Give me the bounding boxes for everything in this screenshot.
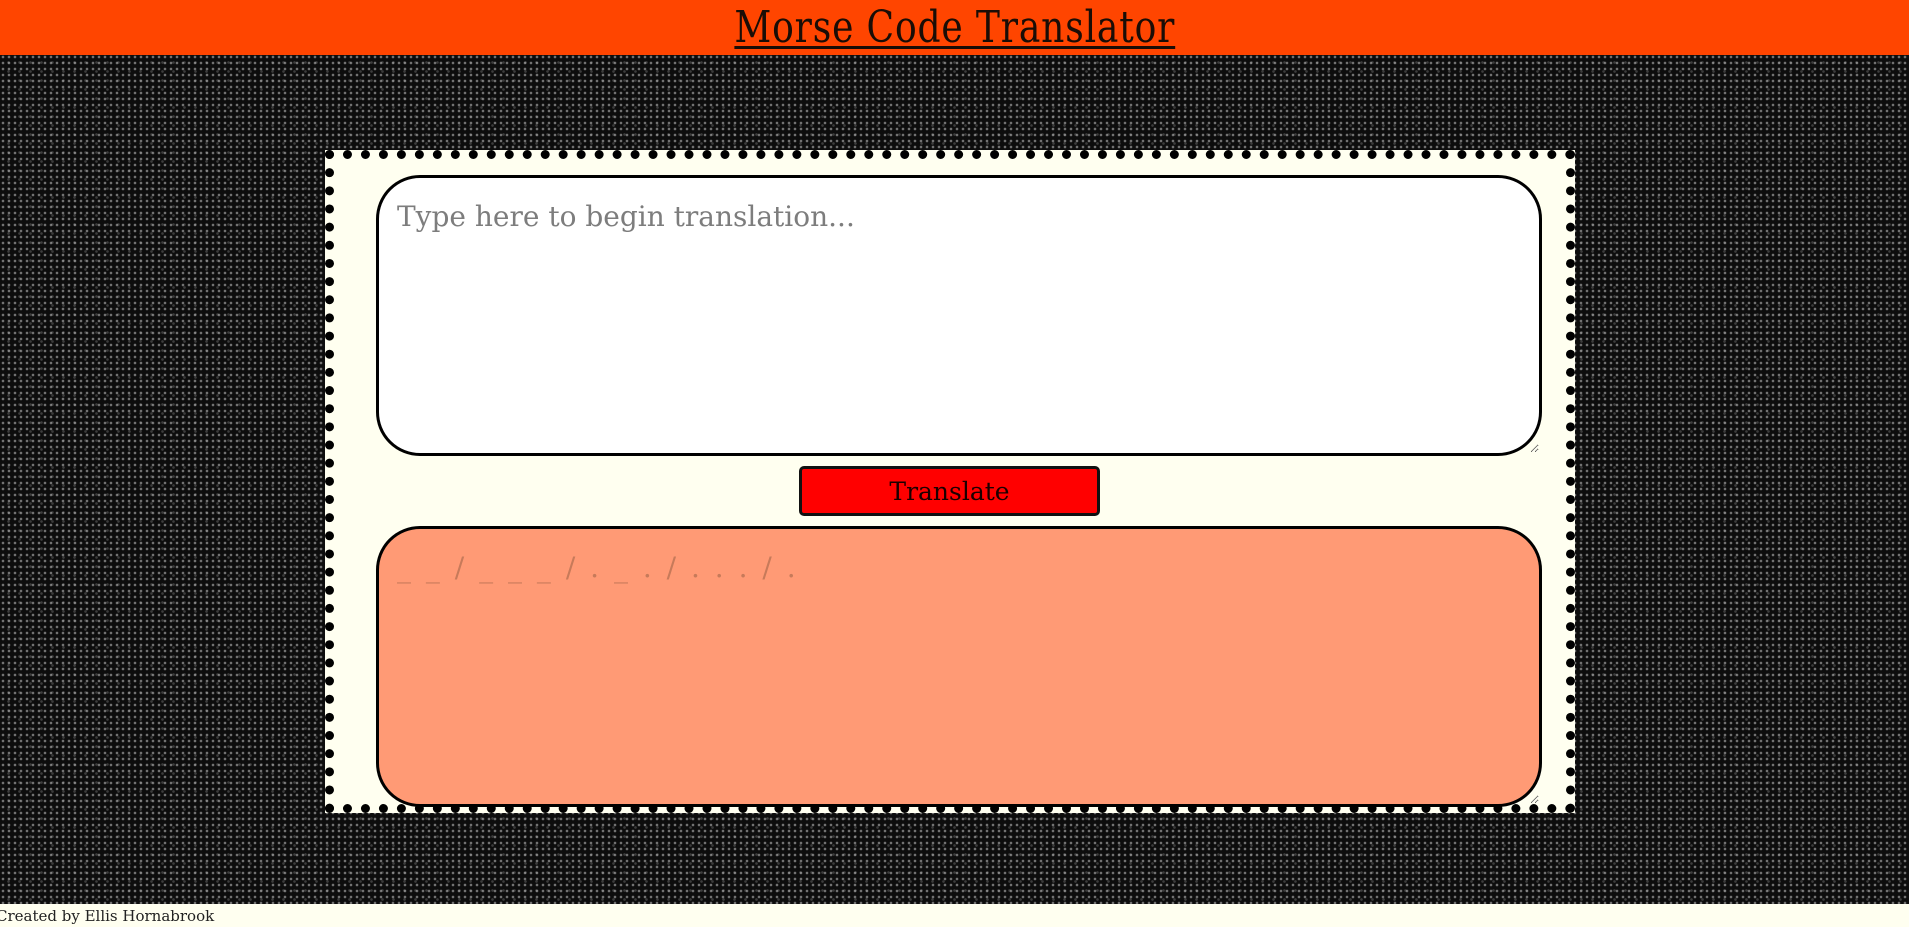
credit-text: Created by Ellis Hornabrook — [0, 907, 215, 925]
footer: Created by Ellis Hornabrook — [0, 904, 1909, 927]
header-bar: Morse Code Translator — [0, 0, 1909, 55]
output-text-area[interactable] — [376, 526, 1542, 807]
translate-button[interactable]: Translate — [799, 466, 1100, 516]
input-text-area[interactable] — [376, 175, 1542, 456]
page-title: Morse Code Translator — [734, 2, 1175, 53]
translator-panel: Translate — [325, 150, 1575, 813]
